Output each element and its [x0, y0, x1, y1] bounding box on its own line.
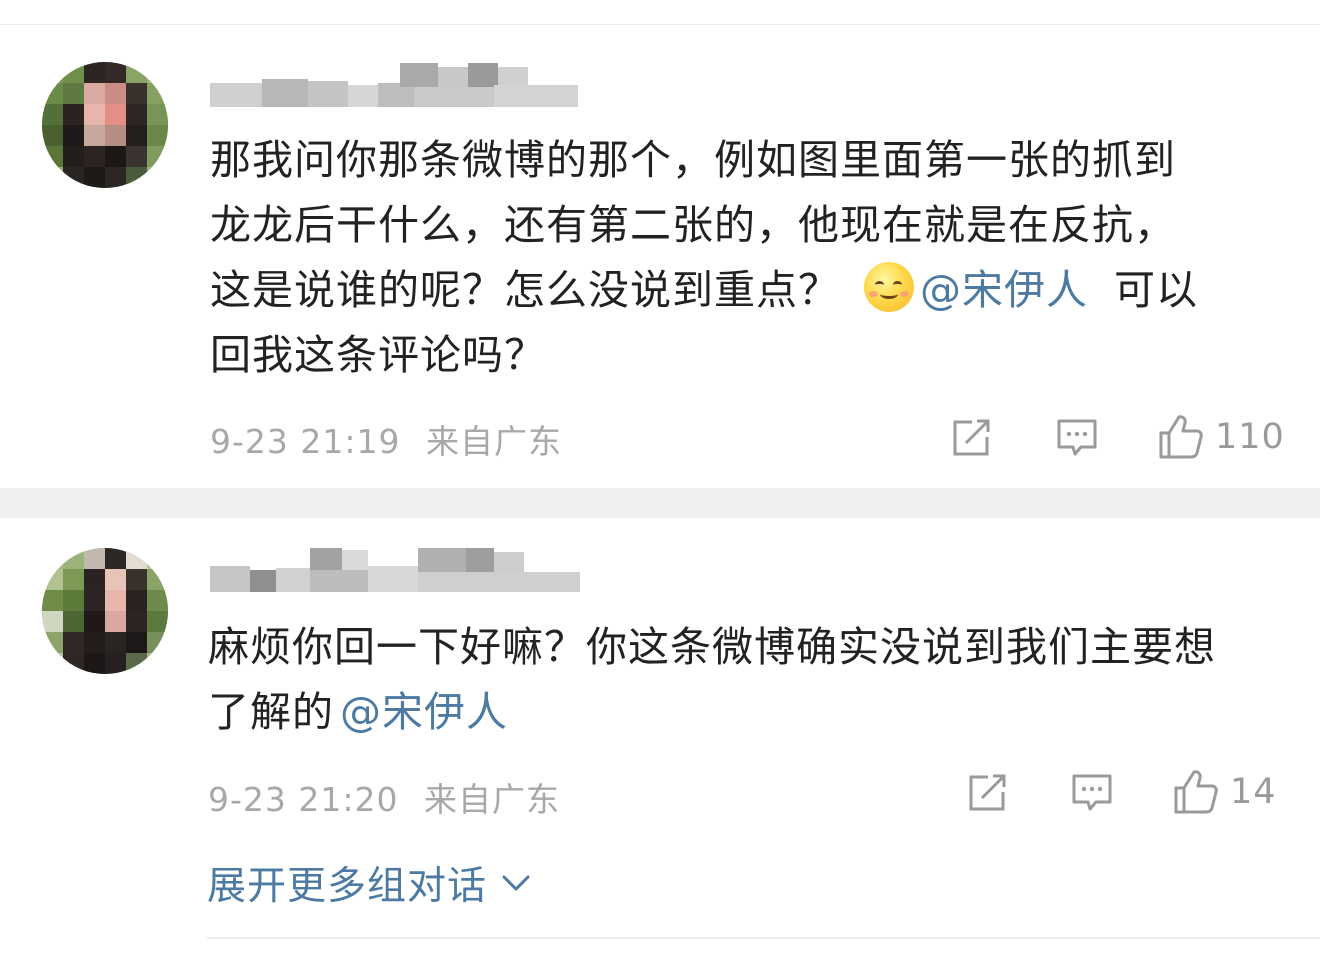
- comment-line: 这是说谁的呢？怎么没说到重点？ @宋伊人 可以: [210, 258, 1300, 323]
- comment-time: 9-23 21:20: [208, 780, 399, 819]
- bottom-divider: [207, 937, 1320, 939]
- share-button[interactable]: [966, 772, 1010, 814]
- comment-line: 了解的 @宋伊人: [208, 688, 508, 736]
- comment-button[interactable]: [1055, 417, 1099, 459]
- comment-line: 麻烦你回一下好嘛？你这条微博确实没说到我们主要想: [208, 623, 1216, 671]
- like-count: 14: [1230, 772, 1277, 812]
- comment-location: 来自广东: [426, 422, 562, 461]
- like-button[interactable]: 14: [1172, 768, 1277, 816]
- comment-location: 来自广东: [424, 780, 560, 819]
- comment-line: 龙龙后干什么，还有第二张的，他现在就是在反抗，: [210, 201, 1176, 249]
- thumbs-up-icon: [1174, 770, 1218, 814]
- like-count: 110: [1215, 417, 1285, 457]
- avatar[interactable]: [42, 62, 168, 188]
- share-button[interactable]: [950, 417, 994, 459]
- comment-body: 麻烦你回一下好嘛？你这条微博确实没说到我们主要想 了解的 @宋伊人: [208, 615, 1308, 745]
- expand-more-conversations[interactable]: 展开更多组对话: [207, 855, 531, 911]
- expand-label: 展开更多组对话: [207, 864, 488, 909]
- comment-line: 那我问你那条微博的那个，例如图里面第一张的抓到: [210, 136, 1176, 184]
- comment-item: 那我问你那条微博的那个，例如图里面第一张的抓到 龙龙后干什么，还有第二张的，他现…: [0, 25, 1320, 488]
- share-icon: [969, 774, 1006, 811]
- avatar[interactable]: [42, 548, 168, 674]
- comment-line: 回我这条评论吗？: [210, 331, 546, 379]
- comment-button[interactable]: [1070, 772, 1114, 814]
- comment-meta: 9-23 21:20 来自广东: [208, 773, 560, 821]
- username-redacted[interactable]: [210, 63, 590, 109]
- like-button[interactable]: 110: [1157, 413, 1285, 461]
- comment-icon: [1057, 419, 1097, 456]
- avatar-mosaic: [42, 62, 168, 188]
- section-separator: [0, 488, 1320, 518]
- comment-body: 那我问你那条微博的那个，例如图里面第一张的抓到 龙龙后干什么，还有第二张的，他现…: [210, 128, 1300, 388]
- mention-link[interactable]: @宋伊人: [340, 688, 508, 736]
- chevron-down-icon: [502, 875, 530, 891]
- comment-item: 麻烦你回一下好嘛？你这条微博确实没说到我们主要想 了解的 @宋伊人 9-23 21…: [0, 518, 1320, 938]
- username-redacted[interactable]: [210, 548, 590, 594]
- mention-link[interactable]: @宋伊人: [920, 266, 1088, 314]
- comment-icon: [1072, 774, 1112, 811]
- smiling-face-emoji: [864, 262, 914, 312]
- comment-text-tail: 可以: [1114, 266, 1198, 314]
- share-icon: [953, 419, 990, 456]
- comment-meta: 9-23 21:19 来自广东: [210, 415, 562, 463]
- thumbs-up-icon: [1159, 415, 1203, 459]
- avatar-mosaic: [42, 548, 168, 674]
- comment-time: 9-23 21:19: [210, 422, 401, 461]
